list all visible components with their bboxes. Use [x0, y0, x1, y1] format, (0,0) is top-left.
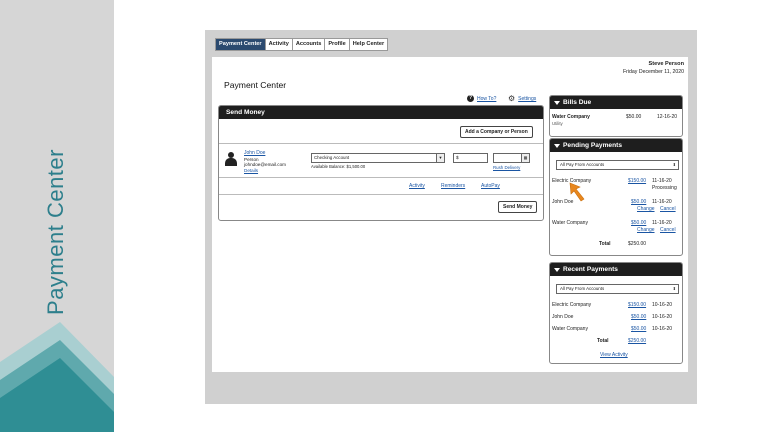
collapse-icon: [554, 143, 560, 148]
side-title: Payment Center: [43, 149, 68, 315]
add-company-button[interactable]: Add a Company or Person: [460, 126, 533, 138]
user-name: Steve Person: [648, 61, 684, 67]
recent-item-amount[interactable]: $50.00: [631, 326, 646, 332]
pending-item-date: 11-16-20: [652, 220, 672, 226]
pending-account-filter[interactable]: All Pay From Accounts ⬍: [556, 160, 679, 170]
app-window: Payment Center Activity Accounts Profile…: [205, 30, 697, 404]
divider: [219, 177, 543, 178]
bill-name: Water Company: [552, 114, 590, 120]
pending-payments-header[interactable]: Pending Payments: [550, 139, 682, 152]
recent-payments-title: Recent Payments: [563, 266, 618, 273]
collapse-icon: [554, 267, 560, 272]
payee-info: John Doe Person johndoe@email.com Detail…: [244, 150, 286, 174]
bill-amount: $50.00: [626, 114, 642, 120]
pending-change-link[interactable]: Change: [637, 227, 655, 233]
person-icon: [225, 152, 237, 166]
tab-accounts[interactable]: Accounts: [293, 39, 326, 50]
pending-filter-value: All Pay From Accounts: [560, 162, 605, 167]
page: Steve Person Friday December 11, 2020 Pa…: [212, 57, 688, 372]
recent-filter-value: All Pay From Accounts: [560, 286, 605, 291]
how-to-label[interactable]: How To?: [477, 96, 496, 102]
left-panel: Payment Center: [0, 0, 114, 432]
tab-activity[interactable]: Activity: [266, 39, 293, 50]
settings-label[interactable]: Settings: [518, 96, 536, 102]
pending-payments-title: Pending Payments: [563, 142, 622, 149]
how-to-link[interactable]: ? How To?: [467, 95, 496, 102]
rush-delivery-link[interactable]: Rush Delivery: [493, 165, 520, 170]
recent-item-name: Water Company: [552, 326, 588, 332]
chevron-down-icon: ⬍: [672, 162, 676, 167]
payee-email: johndoe@email.com: [244, 162, 286, 168]
chevron-down-icon: ⬍: [672, 286, 676, 291]
payee-tab-activity[interactable]: Activity: [409, 183, 425, 189]
bills-due-panel: Bills Due Water Company Utility $50.00 1…: [549, 95, 683, 137]
pending-item-date: 11-16-20: [652, 178, 672, 184]
amount-input[interactable]: $: [453, 153, 488, 163]
payee-tab-reminders[interactable]: Reminders: [441, 183, 465, 189]
account-select-value: Checking Account: [314, 155, 350, 160]
tab-payment-center[interactable]: Payment Center: [216, 39, 266, 50]
recent-total-label: Total: [597, 338, 609, 344]
pending-item-date: 11-16-20: [652, 199, 672, 205]
payee-tab-autopay[interactable]: AutoPay: [481, 183, 500, 189]
pointer-cursor-icon: [569, 182, 585, 202]
available-balance: Available Balance: $1,500.00: [311, 164, 366, 169]
gear-icon: ⚙: [508, 94, 516, 103]
tab-help-center[interactable]: Help Center: [350, 39, 387, 50]
pending-item-amount[interactable]: $150.00: [628, 178, 646, 184]
calendar-icon[interactable]: ▦: [521, 154, 529, 162]
pending-item-name: Water Company: [552, 220, 588, 226]
pending-change-link[interactable]: Change: [637, 206, 655, 212]
bill-category: Utility: [552, 121, 563, 126]
pending-item-amount[interactable]: $50.00: [631, 220, 646, 226]
date-input[interactable]: ▦: [493, 153, 530, 163]
send-money-header: Send Money: [219, 106, 543, 119]
payee-details-link[interactable]: Details: [244, 168, 286, 174]
pending-total-label: Total: [599, 241, 611, 247]
pending-cancel-link[interactable]: Cancel: [660, 227, 676, 233]
recent-total[interactable]: $250.00: [628, 338, 646, 344]
settings-link[interactable]: ⚙ Settings: [508, 95, 536, 103]
recent-account-filter[interactable]: All Pay From Accounts ⬍: [556, 284, 679, 294]
pending-total: $250.00: [628, 241, 647, 247]
bills-due-title: Bills Due: [563, 99, 592, 106]
divider: [219, 194, 543, 195]
bills-due-header[interactable]: Bills Due: [550, 96, 682, 109]
account-select[interactable]: Checking Account ▼: [311, 153, 445, 163]
divider: [219, 143, 543, 144]
pending-item-amount[interactable]: $50.00: [631, 199, 646, 205]
send-money-panel: Send Money Add a Company or Person John …: [218, 105, 544, 221]
recent-payments-panel: Recent Payments All Pay From Accounts ⬍ …: [549, 262, 683, 364]
help-icon: ?: [467, 95, 474, 102]
recent-item-amount[interactable]: $50.00: [631, 314, 646, 320]
top-nav: Payment Center Activity Accounts Profile…: [215, 38, 389, 51]
chevron-down-icon: ▼: [436, 154, 444, 162]
recent-item-name: Electric Company: [552, 302, 592, 308]
recent-item-date: 10-16-20: [652, 326, 673, 332]
current-date: Friday December 11, 2020: [622, 69, 684, 75]
tab-profile[interactable]: Profile: [325, 39, 350, 50]
view-activity-link[interactable]: View Activity: [600, 352, 628, 358]
recent-item-name: John Doe: [552, 314, 574, 320]
bill-date: 12-16-20: [657, 114, 678, 120]
recent-payments-header[interactable]: Recent Payments: [550, 263, 682, 276]
collapse-icon: [554, 100, 560, 105]
pending-cancel-link[interactable]: Cancel: [660, 206, 676, 212]
page-title: Payment Center: [224, 80, 287, 90]
recent-item-date: 10-16-20: [652, 314, 673, 320]
recent-item-date: 10-16-20: [652, 302, 673, 308]
decorative-triangles: [0, 322, 114, 432]
send-money-button[interactable]: Send Money: [498, 201, 538, 213]
recent-item-amount[interactable]: $150.00: [628, 302, 646, 308]
pending-item-status: Processing: [652, 185, 677, 191]
